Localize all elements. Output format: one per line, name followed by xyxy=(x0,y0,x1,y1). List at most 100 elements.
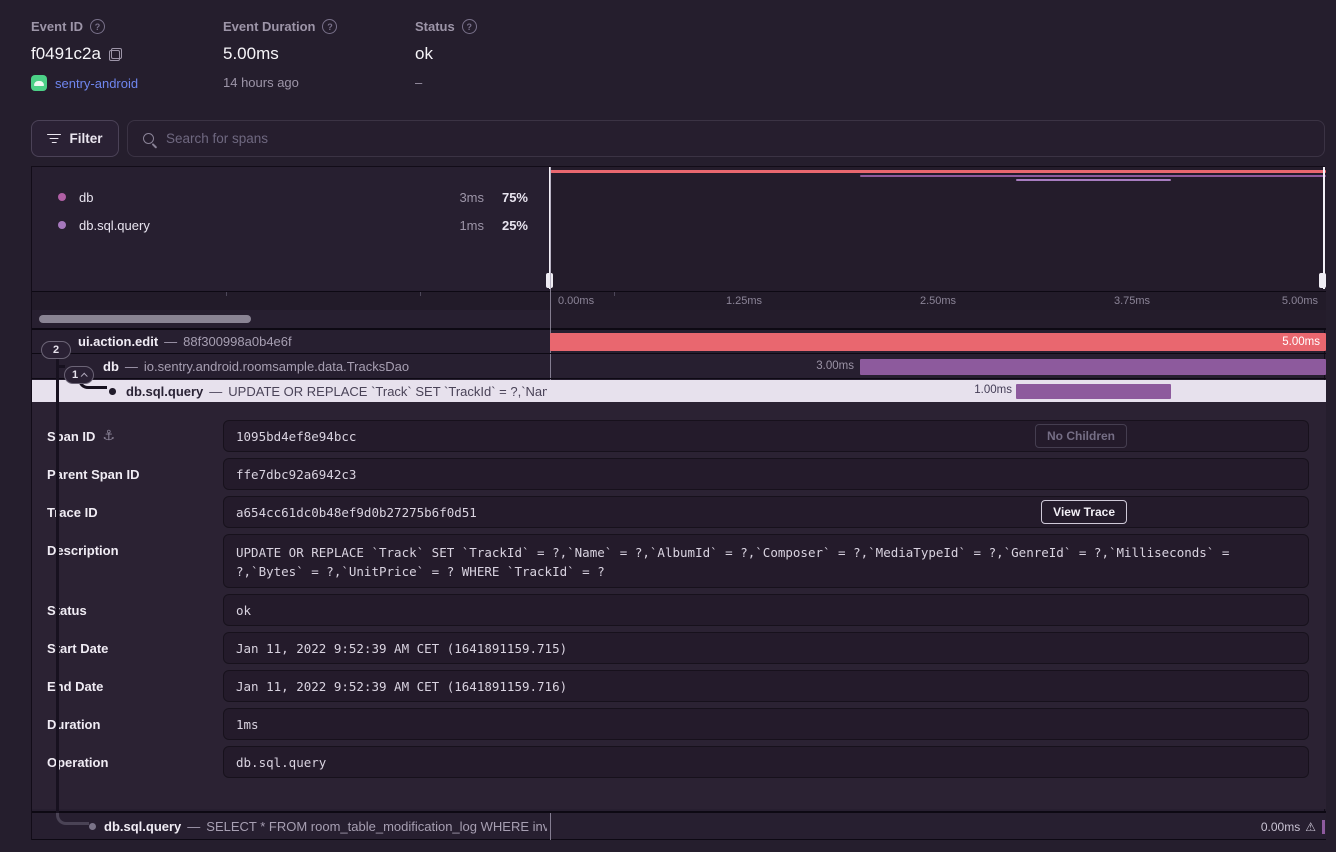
tree-connector-stub xyxy=(58,365,65,368)
axis-tick xyxy=(420,292,421,296)
event-duration-help-icon[interactable]: ? xyxy=(322,19,337,34)
span-duration: 1.00ms xyxy=(974,384,1012,396)
span-bar-db[interactable] xyxy=(860,359,1326,375)
status-label: Status xyxy=(415,19,455,34)
span-duration: 5.00ms xyxy=(1282,333,1320,352)
warning-icon: ⚠ xyxy=(1305,820,1316,834)
span-row-db-sql-query-selected[interactable]: db.sql.query — UPDATE OR REPLACE `Track`… xyxy=(32,380,1326,403)
event-time-ago: 14 hours ago xyxy=(223,75,337,90)
span-duration: 0.00ms xyxy=(1261,820,1300,834)
op-name: db.sql.query xyxy=(79,218,424,233)
search-input[interactable] xyxy=(166,131,1324,146)
operation-value: db.sql.query xyxy=(223,746,1309,778)
filter-button[interactable]: Filter xyxy=(31,120,119,157)
span-children-badge-2[interactable]: 2 xyxy=(41,341,71,359)
description-value: UPDATE OR REPLACE `Track` SET `TrackId` … xyxy=(223,534,1309,588)
span-description: SELECT * FROM room_table_modification_lo… xyxy=(206,819,547,834)
view-trace-button[interactable]: View Trace xyxy=(1041,500,1127,524)
span-bar-db-sql-query[interactable] xyxy=(1016,384,1171,400)
minimap-right-handle-line xyxy=(1323,167,1325,289)
minimap-span-ui-action-edit xyxy=(550,170,1326,173)
op-percent: 75% xyxy=(484,190,528,205)
axis-tick xyxy=(226,292,227,296)
axis-label-2: 2.50ms xyxy=(920,295,956,307)
tree-connector-line xyxy=(56,351,59,815)
span-children-badge-1-collapse[interactable]: 1 xyxy=(64,366,94,384)
tree-leaf-dot xyxy=(109,388,116,395)
span-id-value: 1095bd4ef8e94bcc xyxy=(223,420,1309,452)
span-separator: — xyxy=(187,819,200,834)
search-icon xyxy=(143,133,154,144)
span-separator: — xyxy=(164,334,177,349)
span-op: db.sql.query xyxy=(104,819,181,834)
axis-label-4: 5.00ms xyxy=(1282,295,1318,307)
trace-view-panel: db 3ms 75% db.sql.query 1ms 25% 0.00ms 1… xyxy=(31,166,1325,840)
ops-breakdown-row-db-sql-query: db.sql.query 1ms 25% xyxy=(32,211,550,239)
span-bar-ui-action-edit[interactable]: 5.00ms xyxy=(550,333,1326,352)
copy-icon[interactable] xyxy=(109,48,122,61)
event-id-label-row: Event ID ? xyxy=(31,19,138,34)
minimap-span-db xyxy=(860,175,1326,178)
tree-connector-curve-bottom xyxy=(56,813,89,825)
ops-breakdown-row-db: db 3ms 75% xyxy=(32,183,550,211)
span-separator: — xyxy=(209,384,222,399)
event-id-help-icon[interactable]: ? xyxy=(90,19,105,34)
span-description: UPDATE OR REPLACE `Track` SET `TrackId` … xyxy=(228,384,547,399)
detail-label: Status xyxy=(47,603,87,618)
span-op: db.sql.query xyxy=(126,384,203,399)
event-duration-column: Event Duration ? 5.00ms 14 hours ago xyxy=(223,19,337,90)
op-percent: 25% xyxy=(484,218,528,233)
span-description: 88f300998a0b4e6f xyxy=(183,334,291,349)
minimap-span-db-sql-query xyxy=(1016,179,1171,182)
op-name: db xyxy=(79,190,424,205)
badge-count: 2 xyxy=(53,344,59,356)
span-search-bar xyxy=(127,120,1325,157)
filter-button-label: Filter xyxy=(69,131,102,146)
status-help-icon[interactable]: ? xyxy=(462,19,477,34)
duration-value: 1ms xyxy=(223,708,1309,740)
span-description: io.sentry.android.roomsample.data.Tracks… xyxy=(144,359,409,374)
parent-span-id-value: ffe7dbc92a6942c3 xyxy=(223,458,1309,490)
start-date-value: Jan 11, 2022 9:52:39 AM CET (1641891159.… xyxy=(223,632,1309,664)
axis-label-3: 3.75ms xyxy=(1114,295,1150,307)
status-column: Status ? ok – xyxy=(415,19,477,90)
time-axis: 0.00ms 1.25ms 2.50ms 3.75ms 5.00ms xyxy=(32,291,1326,310)
no-children-button[interactable]: No Children xyxy=(1035,424,1127,448)
status-detail-value: ok xyxy=(223,594,1309,626)
axis-label-1: 1.25ms xyxy=(726,295,762,307)
detail-label: Span ID xyxy=(47,429,95,444)
android-project-icon xyxy=(31,75,47,91)
span-bar-select-query xyxy=(1322,820,1325,834)
span-row-ui-action-edit[interactable]: ui.action.edit — 88f300998a0b4e6f 5.00ms xyxy=(32,330,1326,354)
minimap-right-handle-grip[interactable] xyxy=(1319,273,1326,288)
detail-label: Parent Span ID xyxy=(47,467,139,482)
tree-horizontal-scrollbar xyxy=(32,310,550,328)
end-date-value: Jan 11, 2022 9:52:39 AM CET (1641891159.… xyxy=(223,670,1309,702)
span-detail-page: Event ID ? f0491c2a sentry-android Event… xyxy=(0,0,1336,852)
status-sub-value: – xyxy=(415,75,477,90)
trace-id-value: a654cc61dc0b48ef9d0b27275b6f0d51 xyxy=(223,496,1309,528)
event-id-column: Event ID ? f0491c2a sentry-android xyxy=(31,19,138,91)
event-duration-label: Event Duration xyxy=(223,19,315,34)
tree-leaf-dot xyxy=(89,823,96,830)
span-op: ui.action.edit xyxy=(78,334,158,349)
list-timeline-divider xyxy=(550,813,552,840)
filter-icon xyxy=(47,134,61,144)
event-duration-value: 5.00ms xyxy=(223,44,279,64)
axis-tick xyxy=(614,292,615,296)
axis-label-0: 0.00ms xyxy=(558,295,594,307)
scrollbar-thumb[interactable] xyxy=(39,315,251,323)
badge-count: 1 xyxy=(72,369,78,381)
span-separator: — xyxy=(125,359,138,374)
op-duration: 3ms xyxy=(424,190,484,205)
status-value: ok xyxy=(415,44,433,64)
op-color-dot xyxy=(58,221,66,229)
anchor-icon[interactable]: ⚓ xyxy=(102,428,115,444)
chevron-up-icon xyxy=(81,372,88,379)
span-duration: 3.00ms xyxy=(816,360,854,372)
project-link[interactable]: sentry-android xyxy=(55,76,138,91)
span-detail-panel: Span ID ⚓ 1095bd4ef8e94bcc No Children P… xyxy=(32,402,1326,809)
span-row-db[interactable]: db — io.sentry.android.roomsample.data.T… xyxy=(32,355,1326,379)
span-row-select-query[interactable]: db.sql.query — SELECT * FROM room_table_… xyxy=(32,811,1326,840)
span-op: db xyxy=(103,359,119,374)
